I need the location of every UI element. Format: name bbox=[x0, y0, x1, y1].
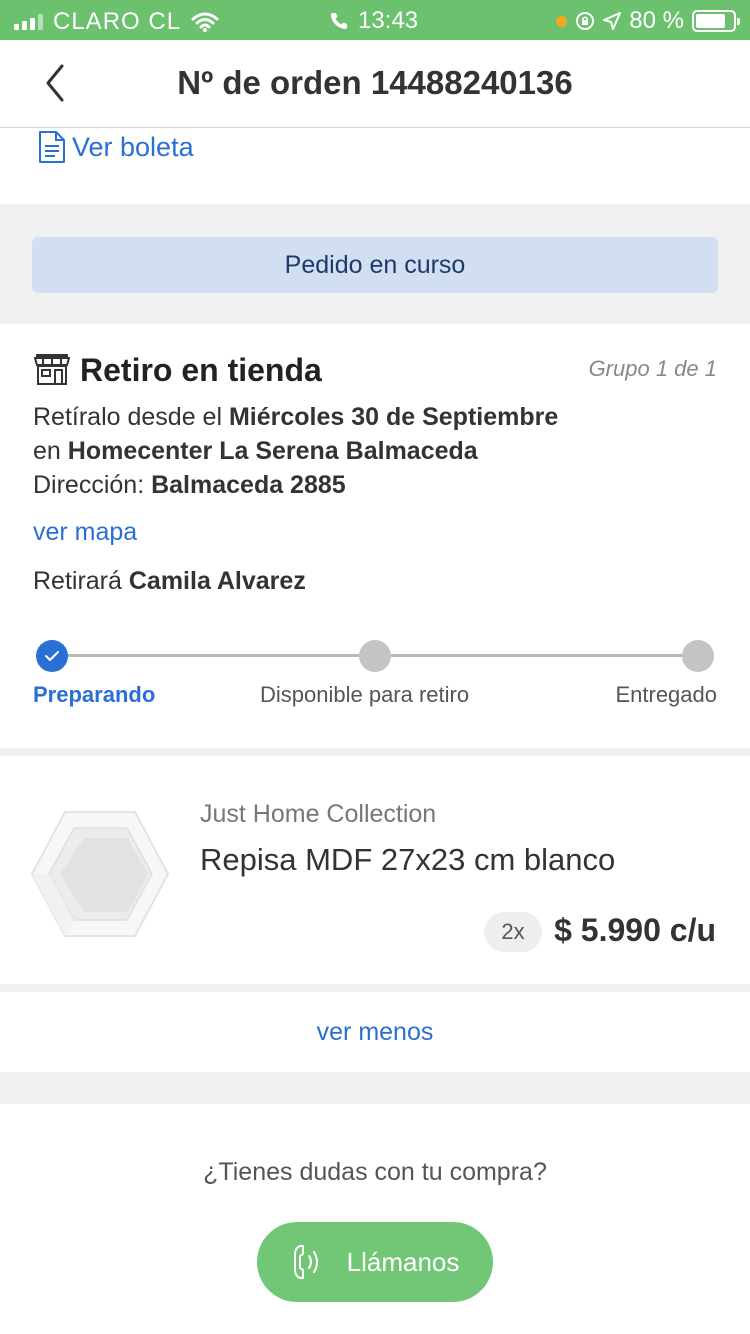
product-price: $ 5.990 c/u bbox=[554, 912, 716, 948]
step-dot-preparando bbox=[36, 640, 68, 672]
wifi-icon bbox=[191, 12, 219, 32]
clock: 13:43 bbox=[358, 7, 419, 34]
pickup-address-prefix: Dirección: bbox=[33, 471, 152, 499]
view-receipt-label: Ver boleta bbox=[72, 131, 194, 162]
product-name: Repisa MDF 27x23 cm blanco bbox=[200, 842, 616, 877]
status-bar: CLARO CL 13:43 80 % bbox=[0, 0, 750, 40]
view-map-link[interactable]: ver mapa bbox=[33, 518, 137, 547]
divider bbox=[0, 984, 750, 992]
orientation-lock-icon bbox=[576, 12, 595, 30]
step-dot-disponible bbox=[359, 640, 391, 672]
step-label-preparando: Preparando bbox=[33, 682, 156, 707]
step-label-disponible: Disponible para retiro bbox=[260, 682, 470, 707]
pickup-person-name: Camila Alvarez bbox=[128, 567, 306, 595]
phone-ringing-icon bbox=[293, 1245, 318, 1279]
pickup-date: Miércoles 30 de Septiembre bbox=[228, 403, 559, 431]
document-icon bbox=[39, 131, 65, 163]
help-section: ¿Tienes dudas con tu compra? Llámanos bbox=[0, 1104, 750, 1334]
nav-header: Nº de orden 14488240136 bbox=[0, 40, 750, 128]
recording-indicator-icon bbox=[556, 15, 568, 27]
pickup-date-line: Retíralo desde el Miércoles 30 de Septie… bbox=[33, 400, 558, 434]
toggle-row: ver menos bbox=[0, 992, 750, 1072]
pickup-person: Retirará Camila Alvarez bbox=[33, 567, 306, 596]
view-receipt-link[interactable]: Ver boleta bbox=[38, 130, 194, 164]
battery-percent: 80 % bbox=[629, 7, 684, 34]
group-indicator: Grupo 1 de 1 bbox=[588, 356, 717, 381]
battery-icon bbox=[692, 10, 740, 32]
cell-signal-icon bbox=[14, 14, 43, 30]
divider bbox=[0, 748, 750, 756]
page-title: Nº de orden 14488240136 bbox=[177, 64, 573, 101]
step-label-entregado: Entregado bbox=[615, 682, 717, 707]
pickup-section: Retiro en tienda Grupo 1 de 1 Retíralo d… bbox=[0, 324, 750, 748]
product-item[interactable]: Just Home Collection Repisa MDF 27x23 cm… bbox=[0, 756, 750, 984]
pickup-details: Retíralo desde el Miércoles 30 de Septie… bbox=[33, 400, 558, 502]
quantity-badge: 2x bbox=[484, 912, 542, 952]
pickup-store: Homecenter La Serena Balmaceda bbox=[67, 437, 478, 465]
pickup-address-line: Dirección: Balmaceda 2885 bbox=[33, 468, 558, 502]
call-us-button[interactable]: Llámanos bbox=[257, 1222, 493, 1302]
phone-call-icon bbox=[331, 13, 347, 29]
step-dot-entregado bbox=[682, 640, 714, 672]
divider bbox=[0, 1072, 750, 1104]
receipt-section: Ver boleta bbox=[0, 128, 750, 204]
order-status-badge: Pedido en curso bbox=[32, 237, 718, 293]
store-icon bbox=[34, 354, 70, 385]
help-question: ¿Tienes dudas con tu compra? bbox=[203, 1158, 547, 1186]
call-us-label: Llámanos bbox=[346, 1246, 460, 1277]
product-brand: Just Home Collection bbox=[200, 800, 437, 828]
product-image bbox=[30, 811, 170, 937]
order-progress-tracker bbox=[36, 640, 714, 672]
pickup-store-line: en Homecenter La Serena Balmaceda bbox=[33, 434, 558, 468]
pickup-title: Retiro en tienda bbox=[80, 352, 322, 388]
pickup-store-prefix: en bbox=[33, 437, 68, 465]
pickup-person-prefix: Retirará bbox=[33, 567, 129, 595]
location-arrow-icon bbox=[603, 12, 622, 30]
pickup-address: Balmaceda 2885 bbox=[151, 471, 346, 499]
order-status-section: Pedido en curso bbox=[0, 204, 750, 324]
show-less-link[interactable]: ver menos bbox=[0, 1018, 750, 1047]
carrier-name: CLARO CL bbox=[53, 8, 182, 35]
check-icon bbox=[45, 651, 59, 661]
pickup-date-prefix: Retíralo desde el bbox=[33, 403, 229, 431]
